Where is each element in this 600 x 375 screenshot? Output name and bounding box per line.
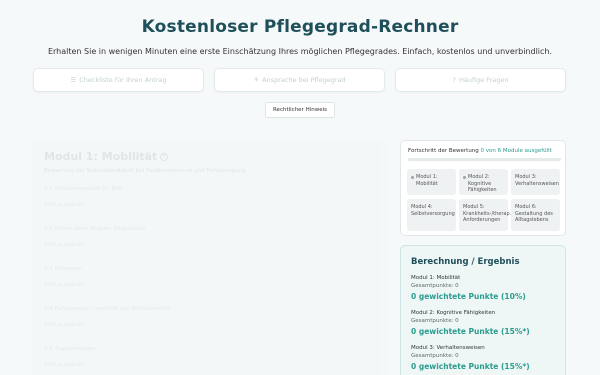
progress-bar (408, 158, 561, 161)
progress-panel: Fortschritt der Bewertung 0 von 6 Module… (400, 140, 566, 236)
result-module-points: 0 gewichtete Punkte (10%) (411, 292, 526, 301)
status-dot-icon (463, 176, 466, 179)
question-select[interactable]: Bitte auswählen (44, 202, 84, 208)
result-module-name: Modul 1: Mobilität (411, 275, 461, 281)
result-module-sum: Gesamtpunkte: 0 (411, 318, 459, 324)
page-title: Kostenloser Pflegegrad-Rechner (141, 17, 459, 37)
tab-label: Häufige Fragen (459, 76, 509, 84)
question-select[interactable]: Bitte auswählen (44, 242, 84, 248)
question-icon: ? (452, 76, 456, 84)
result-module-name: Modul 2: Kognitive Fähigkeiten (411, 310, 496, 316)
result-panel: Berechnung / Ergebnis Modul 1: Mobilität… (400, 245, 566, 375)
result-title: Berechnung / Ergebnis (411, 257, 520, 267)
tab-label: Ansprache bei Pflegegrad (262, 76, 346, 84)
question-select[interactable]: Bitte auswählen (44, 362, 84, 368)
module-tile-3[interactable]: Modul 3: Verhaltensweisen (511, 169, 560, 195)
module-tile-1[interactable]: Modul 1: Mobilität (407, 169, 456, 195)
status-dot-icon (411, 176, 414, 179)
tab-contact[interactable]: ⚘ Ansprache bei Pflegegrad (214, 68, 385, 92)
question-label: 1.1 Positionswechsel im Bett (44, 186, 123, 192)
tab-label: Checkliste für Ihren Antrag (79, 76, 167, 84)
question-label: 1.5 Treppensteigen (44, 346, 97, 352)
question-label: 1.4 Fortbewegen innerhalb des Wohnbereic… (44, 306, 171, 312)
tab-checklist[interactable]: ☰ Checkliste für Ihren Antrag (33, 68, 204, 92)
contact-icon: ⚘ (253, 76, 260, 84)
result-module-points: 0 gewichtete Punkte (15%*) (411, 362, 530, 371)
question-select[interactable]: Bitte auswählen (44, 322, 84, 328)
question-label: 1.2 Halten einer stabilen Sitzposition (44, 226, 146, 232)
progress-label: Fortschritt der Bewertung 0 von 6 Module… (408, 148, 552, 154)
module-title: Modul 1: Mobilität? (44, 150, 169, 163)
question-select[interactable]: Bitte auswählen (44, 282, 84, 288)
result-module-sum: Gesamtpunkte: 0 (411, 283, 459, 289)
module-tile-4[interactable]: Modul 4: Selbstversorgung (407, 199, 456, 231)
result-module-name: Modul 3: Verhaltensweisen (411, 345, 485, 351)
module-description: Bewertung der Selbstständigkeit bei Posi… (44, 168, 246, 174)
question-label: 1.3 Umsetzen (44, 266, 83, 272)
result-module-sum: Gesamtpunkte: 0 (411, 353, 459, 359)
tab-faq[interactable]: ? Häufige Fragen (395, 68, 566, 92)
result-module-points: 0 gewichtete Punkte (15%*) (411, 327, 530, 336)
help-icon[interactable]: ? (160, 153, 169, 161)
module-tile-5[interactable]: Modul 5: Krankheits-/therap. Anforderung… (459, 199, 511, 231)
progress-status: 0 von 6 Module ausgefüllt (480, 148, 552, 154)
legal-hint-button[interactable]: Rechtlicher Hinweis (265, 102, 335, 118)
module-panel: Modul 1: Mobilität? Bewertung der Selbst… (33, 140, 387, 375)
module-tile-6[interactable]: Modul 6: Gestaltung des Alltagslebens (511, 199, 560, 231)
page-subtitle: Erhalten Sie in wenigen Minuten eine ers… (47, 47, 553, 56)
checklist-icon: ☰ (70, 76, 77, 84)
module-tile-2[interactable]: Modul 2: Kognitive Fähigkeiten (459, 169, 508, 195)
